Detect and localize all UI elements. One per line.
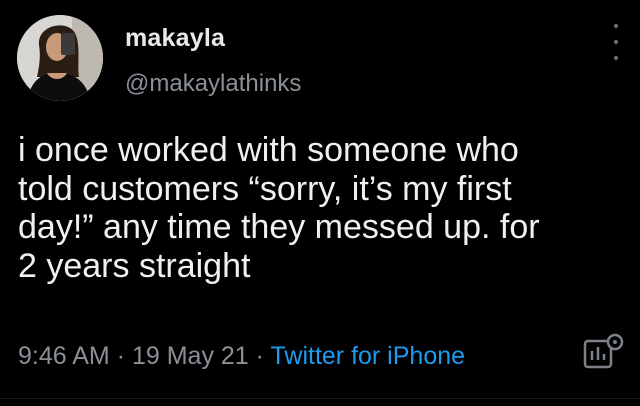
tweet-card: makayla @makaylathinks i once worked wit…: [0, 0, 640, 406]
analytics-icon[interactable]: [582, 333, 626, 373]
tweet-time[interactable]: 9:46 AM: [18, 342, 110, 370]
avatar-photo: [17, 15, 103, 101]
display-name[interactable]: makayla: [125, 24, 225, 53]
tweet-text: i once worked with someone who told cust…: [18, 131, 540, 285]
tweet-date[interactable]: 19 May 21: [132, 342, 249, 370]
user-handle[interactable]: @makaylathinks: [125, 70, 301, 98]
more-options-icon[interactable]: [611, 24, 621, 60]
divider: [0, 398, 640, 399]
meta-separator: ·: [116, 342, 126, 370]
tweet-source-link[interactable]: Twitter for iPhone: [271, 342, 466, 370]
avatar[interactable]: [17, 15, 103, 101]
meta-separator: ·: [255, 342, 264, 370]
tweet-metadata: 9:46 AM · 19 May 21 · Twitter for iPhone: [18, 342, 465, 371]
